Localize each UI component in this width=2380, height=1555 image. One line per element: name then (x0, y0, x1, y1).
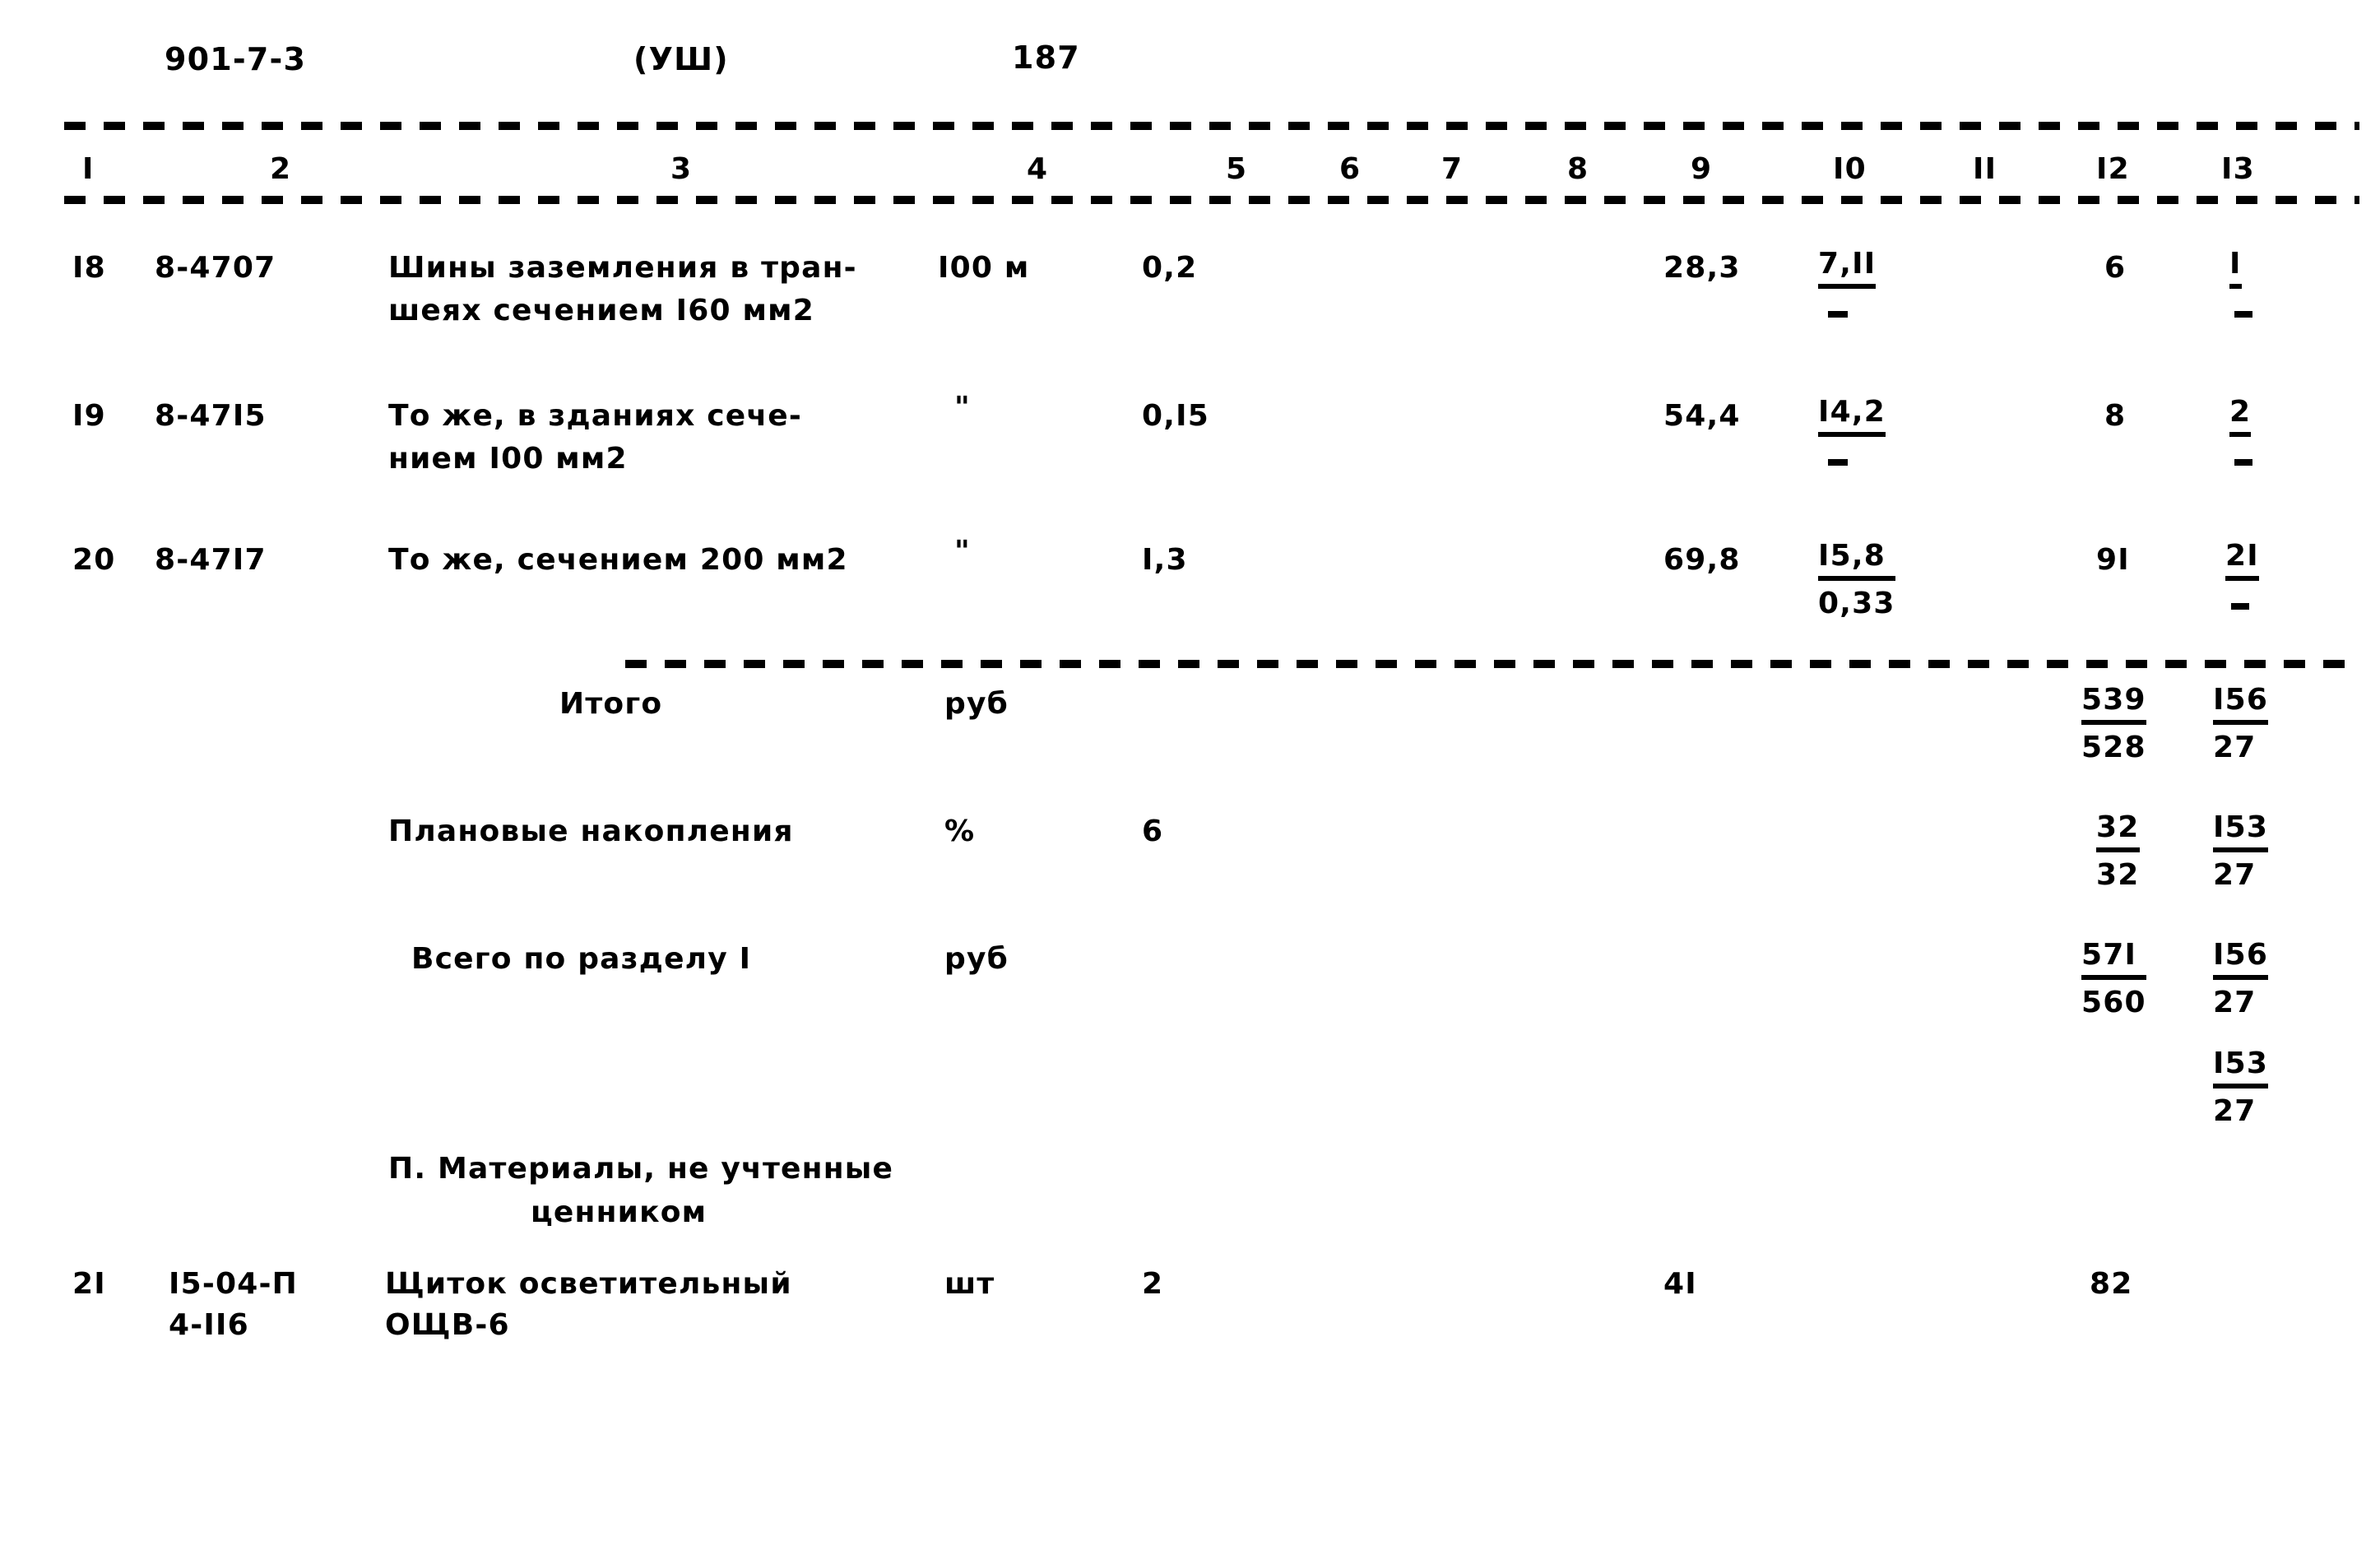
header-dashed-rule (64, 196, 2359, 204)
summary-col13-extra-fraction: I53 27 (2213, 1045, 2269, 1132)
summary-col12-top: 32 (2096, 809, 2140, 852)
summary-col13-bot: 27 (2213, 731, 2257, 764)
summary-col12-top: 539 (2081, 681, 2146, 725)
row-col12: 9I (2096, 543, 2130, 577)
row-unit: " (954, 391, 971, 425)
summary-unit: руб (944, 942, 1009, 976)
material-row-unit: шт (944, 1267, 995, 1301)
row-col13-top: 2 (2229, 393, 2252, 437)
summary-col13-bot: 27 (2213, 858, 2257, 892)
column-number-3: 3 (670, 152, 693, 186)
row-description-line1: То же, в зданиях сече- (388, 399, 803, 433)
section-heading-line2: ценником (531, 1195, 708, 1229)
row-unit: I00 м (938, 251, 1030, 285)
material-row-code-line1: I5-04-П (169, 1267, 298, 1301)
column-number-2: 2 (270, 152, 292, 186)
column-number-7: 7 (1441, 152, 1464, 186)
row-code: 8-47I5 (155, 399, 267, 433)
material-row-code-line2: 4-II6 (169, 1308, 249, 1342)
summary-col12-bot: 560 (2081, 986, 2146, 1019)
row-col10-top: I5,8 (1818, 537, 1895, 581)
column-number-11: II (1973, 152, 1997, 186)
row-col9: 28,3 (1663, 251, 1741, 285)
row-code: 8-4707 (155, 251, 276, 285)
row-col9: 69,8 (1663, 543, 1741, 577)
column-number-12: I2 (2096, 152, 2130, 186)
row-col10-top: I4,2 (1818, 393, 1886, 437)
summary-col12-bot: 32 (2096, 858, 2140, 892)
summary-label: Всего по разделу I (411, 942, 752, 976)
row-unit: " (954, 535, 971, 569)
material-row-col9: 4I (1663, 1267, 1697, 1301)
material-row-description-line1: Щиток осветительный (385, 1267, 792, 1301)
row-quantity: 0,I5 (1142, 399, 1209, 433)
summary-col13-fraction: I56 27 (2213, 936, 2269, 1024)
summary-unit: % (944, 815, 976, 848)
material-row-number: 2I (72, 1267, 106, 1301)
column-number-5: 5 (1226, 152, 1248, 186)
document-code: 901-7-3 (165, 41, 307, 77)
row-quantity: I,3 (1142, 543, 1188, 577)
row-col10-top: 7,II (1818, 245, 1877, 289)
material-row-col12: 82 (2090, 1267, 2133, 1301)
row-col13-fraction: 2 (2229, 393, 2252, 437)
row-number: 20 (72, 543, 116, 577)
series-label: (УШ) (633, 41, 729, 77)
row-quantity: 0,2 (1142, 251, 1198, 285)
summary-col13-top: I56 (2213, 936, 2269, 980)
column-number-9: 9 (1691, 152, 1713, 186)
column-number-1: I (82, 152, 95, 186)
column-number-8: 8 (1567, 152, 1589, 186)
summary-col12-bot: 528 (2081, 731, 2146, 764)
summary-col13-extra-top: I53 (2213, 1045, 2269, 1088)
row-col13-stub-underline (2234, 459, 2252, 466)
row-col13-stub-underline (2234, 311, 2252, 318)
row-col13-top: I (2229, 245, 2242, 289)
material-row-quantity: 2 (1142, 1267, 1164, 1301)
row-col13-top: 2I (2225, 537, 2259, 581)
column-number-6: 6 (1339, 152, 1362, 186)
summary-unit: руб (944, 687, 1009, 721)
summary-label: Плановые накопления (388, 815, 794, 848)
row-description-line1: Шины заземления в тран- (388, 251, 857, 285)
row-col10-bot: 0,33 (1818, 587, 1895, 620)
summary-col12-top: 57I (2081, 936, 2146, 980)
row-col10-fraction: I5,8 0,33 (1818, 537, 1895, 624)
section-heading-line1: П. Материалы, не учтенные (388, 1152, 894, 1186)
summary-label: Итого (559, 687, 663, 721)
row-number: I9 (72, 399, 106, 433)
material-row-description-line2: ОЩВ-6 (385, 1308, 510, 1342)
summary-dashed-rule (625, 660, 2359, 668)
column-number-4: 4 (1027, 152, 1049, 186)
row-code: 8-47I7 (155, 543, 267, 577)
summary-col12-fraction: 32 32 (2096, 809, 2140, 896)
row-description-line1: То же, сечением 200 мм2 (388, 543, 848, 577)
column-number-13: I3 (2221, 152, 2255, 186)
summary-col12-fraction: 539 528 (2081, 681, 2146, 768)
row-col12: 6 (2104, 251, 2127, 285)
summary-col13-fraction: I56 27 (2213, 681, 2269, 768)
row-col9: 54,4 (1663, 399, 1741, 433)
row-col10-fraction: 7,II (1818, 245, 1877, 289)
column-number-10: I0 (1833, 152, 1867, 186)
summary-col12-fraction: 57I 560 (2081, 936, 2146, 1024)
summary-col13-bot: 27 (2213, 986, 2257, 1019)
row-col10-stub-underline (1828, 459, 1848, 466)
row-description-line2: шеях сечением I60 мм2 (388, 294, 815, 327)
row-col13-fraction: 2I (2225, 537, 2259, 581)
row-col12: 8 (2104, 399, 2127, 433)
row-number: I8 (72, 251, 106, 285)
row-description-line2: нием I00 мм2 (388, 442, 628, 476)
row-col13-stub-underline (2231, 603, 2249, 610)
row-col10-fraction: I4,2 (1818, 393, 1886, 437)
row-col13-fraction: I (2229, 245, 2242, 289)
top-dashed-rule (64, 122, 2359, 130)
summary-col13-top: I53 (2213, 809, 2269, 852)
row-col10-stub-underline (1828, 311, 1848, 318)
summary-quantity: 6 (1142, 815, 1164, 848)
page-number: 187 (1012, 39, 1080, 76)
summary-col13-top: I56 (2213, 681, 2269, 725)
summary-col13-fraction: I53 27 (2213, 809, 2269, 896)
summary-col13-extra-bot: 27 (2213, 1094, 2257, 1128)
